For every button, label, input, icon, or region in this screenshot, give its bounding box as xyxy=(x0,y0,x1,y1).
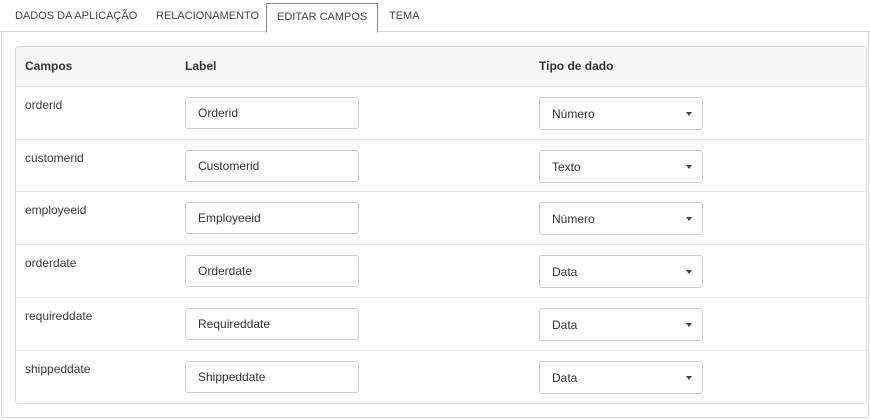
type-select[interactable]: Data xyxy=(539,255,703,288)
label-input[interactable] xyxy=(185,202,359,234)
type-select-value: Texto xyxy=(552,160,581,174)
type-select[interactable]: Texto xyxy=(539,150,703,183)
tab-editar-campos[interactable]: EDITAR CAMPOS xyxy=(266,3,379,33)
header-label: Label xyxy=(185,59,217,73)
field-name: customerid xyxy=(25,151,84,165)
label-input[interactable] xyxy=(185,308,359,340)
type-select-value: Data xyxy=(552,371,578,385)
table-row: employeeid Número xyxy=(16,192,866,245)
tab-dados-da-aplicacao[interactable]: DADOS DA APLICAÇÃO xyxy=(5,3,147,32)
label-input[interactable] xyxy=(185,255,359,287)
field-name: shippeddate xyxy=(25,362,91,376)
caret-down-icon xyxy=(686,165,692,169)
caret-down-icon xyxy=(686,376,692,380)
caret-down-icon xyxy=(686,217,692,221)
label-input[interactable] xyxy=(185,361,359,393)
caret-down-icon xyxy=(686,323,692,327)
table-row: customerid Texto xyxy=(16,140,866,192)
field-name: orderdate xyxy=(25,256,77,270)
label-input[interactable] xyxy=(185,150,359,182)
table-header: Campos Label Tipo de dado xyxy=(16,47,866,87)
table-row: shippeddate Data xyxy=(16,351,866,403)
field-name: orderid xyxy=(25,98,63,112)
tab-bar: DADOS DA APLICAÇÃO RELACIONAMENTO EDITAR… xyxy=(0,0,870,33)
caret-down-icon xyxy=(686,112,692,116)
type-select[interactable]: Data xyxy=(539,361,703,394)
table-row: orderid Número xyxy=(16,87,866,140)
field-name: requireddate xyxy=(25,309,93,323)
table-row: requireddate Data xyxy=(16,298,866,351)
header-tipo-de-dado: Tipo de dado xyxy=(539,59,614,73)
table-row: orderdate Data xyxy=(16,245,866,298)
tab-relacionamento[interactable]: RELACIONAMENTO xyxy=(146,3,269,32)
caret-down-icon xyxy=(686,270,692,274)
fields-table: Campos Label Tipo de dado orderid Número… xyxy=(15,46,867,404)
type-select-value: Data xyxy=(552,318,578,332)
label-input[interactable] xyxy=(185,97,359,129)
type-select-value: Número xyxy=(552,107,595,121)
header-campos: Campos xyxy=(25,59,73,73)
tab-tema[interactable]: TEMA xyxy=(379,3,430,32)
type-select[interactable]: Data xyxy=(539,308,703,341)
type-select[interactable]: Número xyxy=(539,97,703,130)
field-name: employeeid xyxy=(25,203,87,217)
type-select-value: Data xyxy=(552,265,578,279)
type-select[interactable]: Número xyxy=(539,202,703,235)
type-select-value: Número xyxy=(552,212,595,226)
